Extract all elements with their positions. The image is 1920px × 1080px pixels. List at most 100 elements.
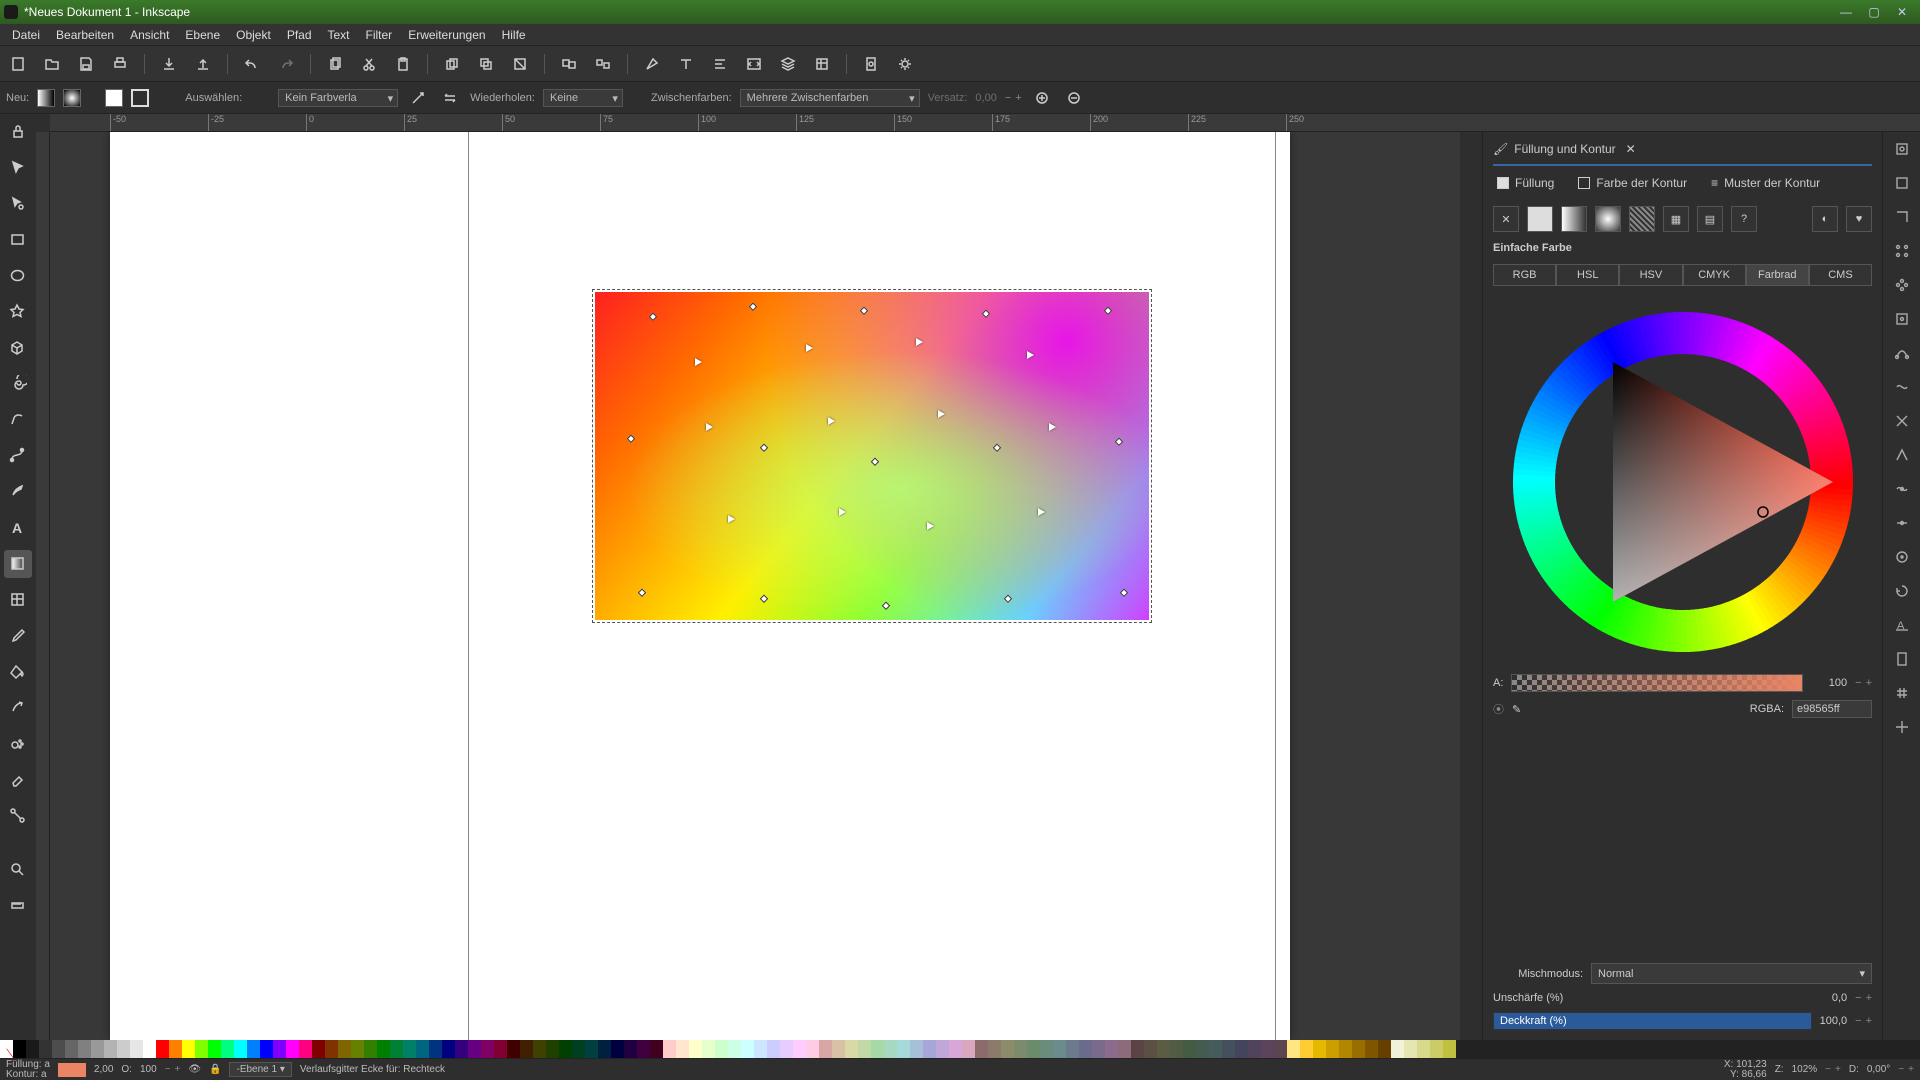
ungroup-button[interactable] — [591, 52, 615, 76]
palette-swatch[interactable] — [715, 1040, 728, 1058]
menu-filter[interactable]: Filter — [358, 26, 401, 44]
new-file-button[interactable] — [6, 52, 30, 76]
menu-ansicht[interactable]: Ansicht — [122, 26, 177, 44]
palette-swatch[interactable] — [1326, 1040, 1339, 1058]
lock-guides-button[interactable] — [4, 118, 32, 146]
snap-nodes-button[interactable] — [1891, 342, 1913, 364]
palette-swatch[interactable] — [897, 1040, 910, 1058]
palette-swatch[interactable] — [1235, 1040, 1248, 1058]
canvas-area[interactable] — [50, 132, 1460, 1040]
ellipse-tool[interactable] — [4, 262, 32, 290]
export-button[interactable] — [191, 52, 215, 76]
cmyk-mode-tab[interactable]: CMYK — [1683, 264, 1746, 286]
menu-pfad[interactable]: Pfad — [279, 26, 320, 44]
palette-swatch[interactable] — [234, 1040, 247, 1058]
bezier-tool[interactable] — [4, 442, 32, 470]
star-tool[interactable] — [4, 298, 32, 326]
palette-swatch[interactable] — [702, 1040, 715, 1058]
layers-dialog-button[interactable] — [776, 52, 800, 76]
palette-swatch[interactable] — [455, 1040, 468, 1058]
snap-rotation-center-button[interactable] — [1891, 580, 1913, 602]
gradient-tool[interactable] — [4, 550, 32, 578]
zoom-tool[interactable] — [4, 856, 32, 884]
palette-swatch[interactable] — [520, 1040, 533, 1058]
clone-button[interactable] — [474, 52, 498, 76]
palette-swatch[interactable] — [1404, 1040, 1417, 1058]
palette-swatch[interactable] — [533, 1040, 546, 1058]
palette-swatch[interactable] — [78, 1040, 91, 1058]
palette-swatch[interactable] — [1339, 1040, 1352, 1058]
palette-swatch[interactable] — [273, 1040, 286, 1058]
palette-swatch[interactable] — [806, 1040, 819, 1058]
blur-plus[interactable]: + — [1866, 992, 1872, 1004]
palette-swatch[interactable] — [39, 1040, 52, 1058]
palette-swatch[interactable] — [1222, 1040, 1235, 1058]
blur-minus[interactable]: − — [1855, 992, 1861, 1004]
palette-swatch[interactable] — [637, 1040, 650, 1058]
palette-swatch[interactable] — [468, 1040, 481, 1058]
palette-swatch[interactable] — [1196, 1040, 1209, 1058]
snap-midpoint-button[interactable] — [1891, 274, 1913, 296]
swatch-paint-button[interactable]: ▤ — [1697, 206, 1723, 232]
palette-swatch[interactable] — [832, 1040, 845, 1058]
pick-color-icon[interactable]: ✎ — [1512, 703, 1521, 716]
visibility-icon[interactable]: 👁 — [188, 1064, 201, 1075]
palette-swatch[interactable] — [195, 1040, 208, 1058]
palette-swatch[interactable] — [650, 1040, 663, 1058]
palette-swatch[interactable] — [182, 1040, 195, 1058]
status-fill-swatch[interactable] — [58, 1063, 86, 1077]
gradient-on-fill-button[interactable] — [105, 89, 123, 107]
radial-gradient-paint-button[interactable] — [1595, 206, 1621, 232]
xml-dialog-button[interactable] — [742, 52, 766, 76]
layer-selector[interactable]: -Ebene 1 ▾ — [229, 1062, 291, 1077]
palette-swatch[interactable] — [13, 1040, 26, 1058]
snap-toggle-button[interactable] — [1891, 138, 1913, 160]
palette-swatch[interactable] — [130, 1040, 143, 1058]
unlink-clone-button[interactable] — [508, 52, 532, 76]
3dbox-tool[interactable] — [4, 334, 32, 362]
menu-datei[interactable]: Datei — [4, 26, 48, 44]
document-properties-button[interactable] — [859, 52, 883, 76]
eraser-tool[interactable] — [4, 766, 32, 794]
menu-hilfe[interactable]: Hilfe — [494, 26, 534, 44]
palette-none-swatch[interactable] — [0, 1040, 13, 1058]
palette-swatch[interactable] — [975, 1040, 988, 1058]
palette-swatch[interactable] — [364, 1040, 377, 1058]
palette-swatch[interactable] — [1001, 1040, 1014, 1058]
copy-button[interactable] — [323, 52, 347, 76]
palette-swatch[interactable] — [507, 1040, 520, 1058]
offset-minus[interactable]: − — [1005, 92, 1011, 104]
palette-swatch[interactable] — [780, 1040, 793, 1058]
calligraphy-tool[interactable] — [4, 478, 32, 506]
align-dialog-button[interactable] — [708, 52, 732, 76]
measure-tool[interactable] — [4, 892, 32, 920]
palette-swatch[interactable] — [1287, 1040, 1300, 1058]
palette-swatch[interactable] — [845, 1040, 858, 1058]
menu-text[interactable]: Text — [320, 26, 358, 44]
save-button[interactable] — [74, 52, 98, 76]
palette-swatch[interactable] — [286, 1040, 299, 1058]
palette-swatch[interactable] — [117, 1040, 130, 1058]
no-paint-button[interactable]: ✕ — [1493, 206, 1519, 232]
offset-plus[interactable]: + — [1015, 92, 1021, 104]
palette-swatch[interactable] — [65, 1040, 78, 1058]
palette-swatch[interactable] — [494, 1040, 507, 1058]
palette-swatch[interactable] — [312, 1040, 325, 1058]
palette-swatch[interactable] — [1352, 1040, 1365, 1058]
opacity-value[interactable]: 100,0 — [1820, 1015, 1848, 1027]
menu-bearbeiten[interactable]: Bearbeiten — [48, 26, 122, 44]
rotation-value[interactable]: 0,00° — [1867, 1064, 1890, 1075]
text-tool[interactable]: A — [4, 514, 32, 542]
add-stop-button[interactable] — [1030, 86, 1054, 110]
palette-swatch[interactable] — [247, 1040, 260, 1058]
palette-swatch[interactable] — [546, 1040, 559, 1058]
palette-swatch[interactable] — [611, 1040, 624, 1058]
paste-button[interactable] — [391, 52, 415, 76]
palette-swatch[interactable] — [325, 1040, 338, 1058]
snap-line-midpoint-button[interactable] — [1891, 512, 1913, 534]
status-o-minus[interactable]: − — [165, 1064, 171, 1075]
palette-swatch[interactable] — [910, 1040, 923, 1058]
snap-guide-button[interactable] — [1891, 716, 1913, 738]
snap-page-border-button[interactable] — [1891, 648, 1913, 670]
node-tool[interactable] — [4, 190, 32, 218]
